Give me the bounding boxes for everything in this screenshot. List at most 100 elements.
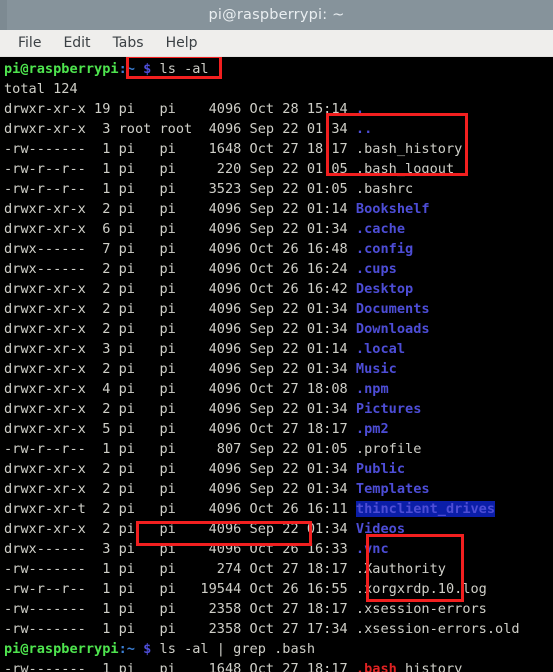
listing-row-name: .bash_history (355, 141, 463, 157)
terminal-prompt-line-1: pi@raspberrypi:~ $ ls -al (4, 59, 553, 79)
listing-row: -rw------- 1 pi pi 2358 Oct 27 17:34 .xs… (4, 619, 553, 639)
listing-row: drwxr-xr-x 4 pi pi 4096 Oct 27 18:08 .np… (4, 379, 553, 399)
listing-row-meta: drwxr-xr-x 19 pi pi 4096 Oct 28 15:14 (4, 101, 356, 117)
listing-row: -rw-r--r-- 1 pi pi 3523 Sep 22 01:05 .ba… (4, 179, 553, 199)
listing-row-name: .Xauthority (355, 561, 446, 577)
listing-row-meta: -rw------- 1 pi pi 2358 Oct 27 18:17 (4, 601, 356, 617)
listing-row-name: .bash_logout (355, 161, 455, 177)
menu-item-file[interactable]: File (7, 33, 52, 54)
listing-row-name: .profile (355, 441, 422, 457)
listing-row-name: thinclient_drives (355, 501, 496, 517)
listing-row-name: .cups (355, 261, 397, 277)
listing-row: drwxr-xr-t 2 pi pi 4096 Oct 26 16:11 thi… (4, 499, 553, 519)
command-ls-al: ls -al (151, 61, 209, 77)
listing-row-meta: drwxr-xr-x 2 pi pi 4096 Sep 22 01:34 (4, 361, 356, 377)
listing-row: -rw-r--r-- 1 pi pi 19544 Oct 26 16:55 .x… (4, 579, 553, 599)
menu-item-help[interactable]: Help (155, 33, 209, 54)
listing-row-meta: drwxr-xr-x 2 pi pi 4096 Sep 22 01:14 (4, 201, 356, 217)
listing-row-meta: drwxr-xr-x 4 pi pi 4096 Oct 27 18:08 (4, 381, 356, 397)
listing-row: drwxr-xr-x 2 pi pi 4096 Sep 22 01:34 Pub… (4, 459, 553, 479)
terminal-prompt-line-2: pi@raspberrypi:~ $ ls -al | grep .bash (4, 639, 553, 659)
command-grep-bash: ls -al | grep .bash (151, 641, 316, 657)
listing-row-meta: -rw-r--r-- 1 pi pi 220 Sep 22 01:05 (4, 161, 356, 177)
prompt-path: ~ (126, 641, 135, 657)
listing-row-name: Documents (355, 301, 430, 317)
listing-row-meta: drwxr-xr-t 2 pi pi 4096 Oct 26 16:11 (4, 501, 356, 517)
grep-match-highlight: .bash (355, 661, 397, 672)
listing-row: drwxr-xr-x 2 pi pi 4096 Sep 22 01:34 Vid… (4, 519, 553, 539)
total-count: total 124 (4, 81, 78, 97)
listing-row-meta: drwxr-xr-x 2 pi pi 4096 Sep 22 01:34 (4, 301, 356, 317)
listing-row-meta: drwxr-xr-x 2 pi pi 4096 Oct 26 16:42 (4, 281, 356, 297)
grep-result-row: -rw------- 1 pi pi 1648 Oct 27 18:17 .ba… (4, 659, 553, 672)
listing-row-name: Templates (355, 481, 430, 497)
prompt-colon: : (118, 641, 127, 657)
window-title: pi@raspberrypi: ~ (208, 7, 345, 23)
listing-row-name: Music (355, 361, 397, 377)
listing-row-meta: drwxr-xr-x 2 pi pi 4096 Sep 22 01:34 (4, 401, 356, 417)
prompt-sigil: $ (134, 61, 152, 77)
prompt-user-host: pi@raspberrypi (4, 61, 119, 77)
listing-row-meta: drwxr-xr-x 2 pi pi 4096 Sep 22 01:34 (4, 321, 356, 337)
listing-row-name: .bashrc (355, 181, 414, 197)
listing-row-meta: drwx------ 7 pi pi 4096 Oct 26 16:48 (4, 241, 356, 257)
listing-row-name: .local (355, 341, 406, 357)
listing-row-meta: drwxr-xr-x 3 pi pi 4096 Sep 22 01:14 (4, 341, 356, 357)
listing-row-name: .cache (355, 221, 406, 237)
listing-row-name: .config (355, 241, 414, 257)
listing-row-meta: drwx------ 3 pi pi 4096 Oct 26 16:33 (4, 541, 356, 557)
menu-item-edit[interactable]: Edit (52, 33, 101, 54)
terminal-total-line: total 124 (4, 79, 553, 99)
listing-row-meta: drwxr-xr-x 6 pi pi 4096 Sep 22 01:34 (4, 221, 356, 237)
listing-row-meta: drwx------ 2 pi pi 4096 Oct 26 16:24 (4, 261, 356, 277)
grep-row-name-rest: _history (396, 661, 463, 672)
terminal-lines: pi@raspberrypi:~ $ ls -al total 124 drwxr-… (4, 59, 553, 672)
listing-row-name: .xsession-errors.old (355, 621, 520, 637)
listing-row-meta: -rw-r--r-- 1 pi pi 19544 Oct 26 16:55 (4, 581, 356, 597)
listing-row: drwxr-xr-x 2 pi pi 4096 Sep 22 01:34 Mus… (4, 359, 553, 379)
listing-row-meta: -rw------- 1 pi pi 1648 Oct 27 18:17 (4, 141, 356, 157)
listing-row-meta: -rw------- 1 pi pi 274 Oct 27 18:17 (4, 561, 356, 577)
prompt-user-host: pi@raspberrypi (4, 641, 119, 657)
listing-row: -rw------- 1 pi pi 2358 Oct 27 18:17 .xs… (4, 599, 553, 619)
listing-row: drwxr-xr-x 6 pi pi 4096 Sep 22 01:34 .ca… (4, 219, 553, 239)
listing-row-name: Desktop (355, 281, 414, 297)
listing-row-name: Videos (355, 521, 406, 537)
listing-row: drwxr-xr-x 2 pi pi 4096 Sep 22 01:34 Doc… (4, 299, 553, 319)
listing-row-name: Public (355, 461, 406, 477)
listing-row-name: .xsession-errors (355, 601, 487, 617)
listing-row: drwx------ 3 pi pi 4096 Oct 26 16:33 .vn… (4, 539, 553, 559)
listing-row: drwxr-xr-x 19 pi pi 4096 Oct 28 15:14 . (4, 99, 553, 119)
listing-row-name: Bookshelf (355, 201, 430, 217)
listing-row: -rw-r--r-- 1 pi pi 220 Sep 22 01:05 .bas… (4, 159, 553, 179)
terminal-output-area[interactable]: pi@raspberrypi:~ $ ls -al total 124 drwxr-… (0, 57, 553, 672)
listing-row: -rw------- 1 pi pi 274 Oct 27 18:17 .Xau… (4, 559, 553, 579)
listing-row-name: .. (355, 121, 373, 137)
listing-row-meta: drwxr-xr-x 2 pi pi 4096 Sep 22 01:34 (4, 481, 356, 497)
menu-item-tabs[interactable]: Tabs (102, 33, 155, 54)
listing-row-name: .pm2 (355, 421, 389, 437)
listing-row-name: . (355, 101, 365, 117)
listing-row: drwx------ 2 pi pi 4096 Oct 26 16:24 .cu… (4, 259, 553, 279)
listing-row-name: .xorgxrdp.10.log (355, 581, 487, 597)
listing-row-name: Downloads (355, 321, 430, 337)
listing-row-name: .vnc (355, 541, 389, 557)
titlebar-left-accent (0, 0, 7, 30)
listing-row: drwxr-xr-x 3 pi pi 4096 Sep 22 01:14 .lo… (4, 339, 553, 359)
listing-row-meta: drwxr-xr-x 2 pi pi 4096 Sep 22 01:34 (4, 461, 356, 477)
listing-row-meta: drwxr-xr-x 2 pi pi 4096 Sep 22 01:34 (4, 521, 356, 537)
listing-row: drwxr-xr-x 5 pi pi 4096 Oct 27 18:17 .pm… (4, 419, 553, 439)
prompt-sigil: $ (134, 641, 152, 657)
listing-row: -rw-r--r-- 1 pi pi 807 Sep 22 01:05 .pro… (4, 439, 553, 459)
listing-row: drwxr-xr-x 2 pi pi 4096 Oct 26 16:42 Des… (4, 279, 553, 299)
listing-row-meta: drwxr-xr-x 3 root root 4096 Sep 22 01:34 (4, 121, 356, 137)
listing-row-name: .npm (355, 381, 389, 397)
listing-row-name: Pictures (355, 401, 422, 417)
prompt-path: ~ (126, 61, 135, 77)
terminal-window: pi@raspberrypi: ~ File Edit Tabs Help pi… (0, 0, 553, 672)
prompt-colon: : (118, 61, 127, 77)
window-titlebar[interactable]: pi@raspberrypi: ~ (0, 0, 553, 30)
grep-row-meta: -rw------- 1 pi pi 1648 Oct 27 18:17 (4, 661, 356, 672)
listing-row: drwxr-xr-x 2 pi pi 4096 Sep 22 01:34 Pic… (4, 399, 553, 419)
menubar: File Edit Tabs Help (0, 30, 553, 57)
